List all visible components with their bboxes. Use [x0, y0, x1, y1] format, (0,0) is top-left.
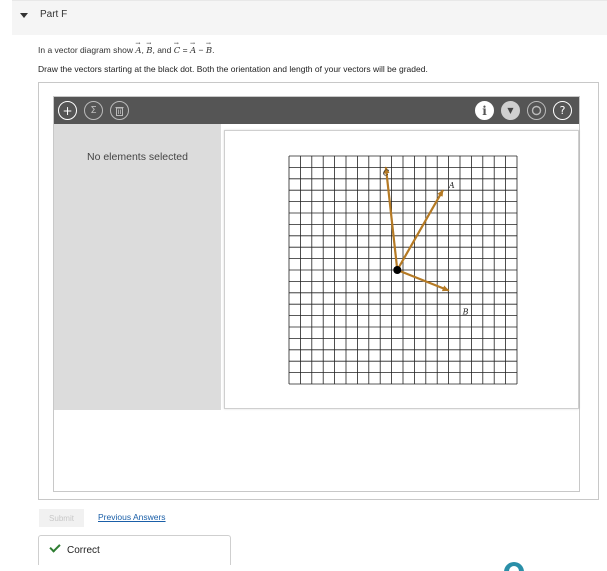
origin-dot[interactable] — [393, 266, 402, 274]
submit-button[interactable]: Submit — [39, 509, 84, 527]
question-text: In a vector diagram show A, B, and C = A… — [38, 40, 214, 56]
plus-icon[interactable]: + — [58, 101, 77, 120]
drawing-canvas[interactable]: A B C — [224, 130, 579, 409]
toolbar: + Σ i ▼ ? — [54, 97, 579, 124]
properties-panel: No elements selected — [54, 124, 221, 410]
vector-label-b: B — [462, 308, 469, 317]
instructions: Draw the vectors starting at the black d… — [38, 64, 428, 74]
vector-grid[interactable]: A B C — [225, 131, 580, 410]
no-selection-text: No elements selected — [87, 151, 188, 163]
previous-answers-link[interactable]: Previous Answers — [98, 512, 166, 522]
vector-b[interactable] — [396, 268, 450, 292]
vector-label-c: C — [383, 168, 389, 177]
chat-help-icon[interactable] — [504, 562, 524, 571]
part-header[interactable]: Part F — [12, 0, 607, 35]
vector-label-a: A — [448, 181, 455, 190]
vector-drawing-tool: + Σ i ▼ ? No elements selected A B C — [53, 96, 580, 492]
caret-down-icon[interactable] — [20, 13, 28, 18]
feedback-status: Correct — [67, 545, 100, 556]
reset-icon[interactable] — [527, 101, 546, 120]
chevron-down-icon[interactable]: ▼ — [501, 101, 520, 120]
help-button[interactable]: ? — [553, 101, 572, 120]
info-icon[interactable]: i — [475, 101, 494, 120]
sigma-icon[interactable]: Σ — [84, 101, 103, 120]
trash-icon[interactable] — [110, 101, 129, 120]
vector-a[interactable] — [396, 189, 444, 271]
checkmark-icon — [49, 541, 61, 553]
part-title: Part F — [40, 9, 68, 20]
feedback-box: Correct — [38, 535, 231, 565]
